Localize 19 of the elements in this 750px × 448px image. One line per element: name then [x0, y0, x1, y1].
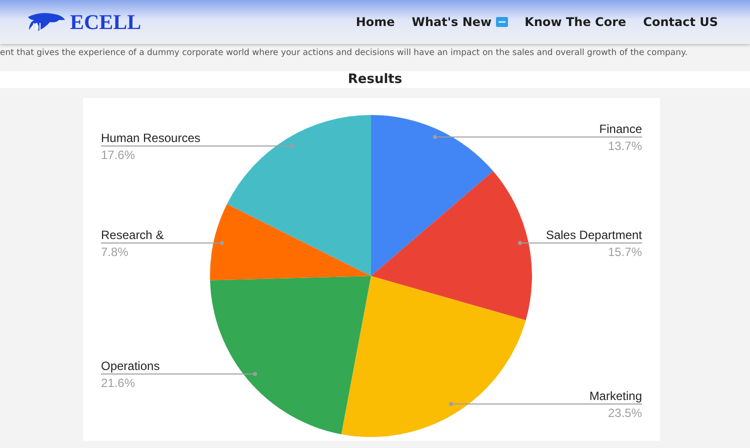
slice-percentage: 15.7%: [608, 245, 642, 259]
nav-link[interactable]: Know The Core: [524, 15, 626, 29]
section-title: Results: [348, 72, 402, 87]
slice-percentage: 7.8%: [101, 245, 128, 259]
slice-label: Research &: [101, 228, 164, 242]
nav-link[interactable]: Home: [356, 15, 395, 29]
slice-label: Operations: [101, 359, 160, 373]
intro-text: ent that gives the experience of a dummy corporate world where your actions and decisions will have an impact on the sales and overall growth of the company.: [0, 47, 689, 60]
slice-label: Human Resources: [101, 131, 200, 145]
slice-percentage: 17.6%: [101, 148, 136, 162]
nav-link[interactable]: Contact US: [643, 15, 718, 29]
logo-text[interactable]: ECELL: [70, 10, 142, 34]
slice-percentage: 23.5%: [608, 406, 642, 420]
slice-percentage: 13.7%: [608, 139, 642, 153]
slice-percentage: 21.6%: [101, 376, 136, 390]
slice-label: Finance: [599, 122, 642, 136]
slice-label: Marketing: [589, 389, 642, 403]
slice-label: Sales Department: [546, 228, 642, 242]
nav-link[interactable]: What's New: [412, 15, 508, 29]
